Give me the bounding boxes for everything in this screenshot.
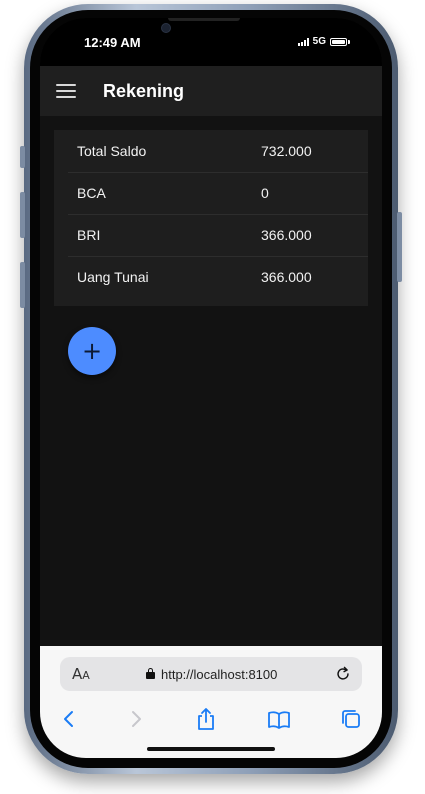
accounts-card: Total Saldo 732.000 BCA 0 BRI 366.000 Ua… [54, 130, 368, 306]
list-item[interactable]: Total Saldo 732.000 [54, 130, 368, 172]
account-amount: 366.000 [261, 227, 312, 243]
volume-up-button [20, 192, 25, 238]
volume-down-button [20, 262, 25, 308]
account-name: Uang Tunai [77, 269, 149, 285]
bookmarks-button[interactable] [265, 705, 293, 733]
back-icon [64, 711, 73, 727]
address-bar[interactable]: AA http://localhost:8100 [60, 657, 362, 691]
battery-cap [348, 39, 350, 44]
network-label: 5G [312, 36, 326, 47]
tabs-button[interactable] [337, 705, 365, 733]
home-indicator[interactable] [147, 747, 275, 751]
menu-icon[interactable] [56, 84, 76, 98]
tabs-icon [342, 710, 360, 728]
account-name: BRI [77, 227, 101, 243]
add-account-button[interactable]: + [68, 327, 116, 375]
plus-icon: + [81, 337, 103, 365]
status-bar: 12:49 AM 5G [40, 18, 382, 66]
share-icon [198, 708, 214, 730]
forward-icon [132, 711, 141, 727]
front-camera [161, 23, 171, 33]
account-name: Total Saldo [77, 143, 147, 159]
power-button [397, 212, 402, 282]
app-toolbar: Rekening [40, 66, 382, 116]
speaker-grille [168, 18, 240, 21]
reload-icon[interactable] [334, 665, 352, 683]
list-item[interactable]: BCA 0 [54, 172, 368, 214]
lock-icon [146, 668, 155, 679]
signal-icon [297, 37, 309, 46]
status-indicators: 5G [297, 36, 350, 47]
text-size-button[interactable]: AA [72, 665, 90, 683]
account-name: BCA [77, 185, 106, 201]
forward-button[interactable] [122, 705, 150, 733]
list-item[interactable]: Uang Tunai 366.000 [54, 256, 368, 298]
share-button[interactable] [192, 705, 220, 733]
account-amount: 366.000 [261, 269, 312, 285]
browser-toolbar: AA http://localhost:8100 [40, 646, 382, 758]
list-item[interactable]: BRI 366.000 [54, 214, 368, 256]
account-amount: 0 [261, 185, 269, 201]
battery-icon [330, 37, 347, 46]
bookmarks-icon [268, 711, 290, 729]
account-amount: 732.000 [261, 143, 312, 159]
url-text: http://localhost:8100 [161, 666, 278, 682]
screen: 12:49 AM 5G Rekening Total Saldo 732.000… [40, 18, 382, 758]
silent-switch [20, 146, 25, 168]
back-button[interactable] [55, 705, 83, 733]
status-time: 12:49 AM [84, 35, 141, 50]
browser-nav [40, 702, 382, 736]
page-title: Rekening [103, 80, 185, 101]
